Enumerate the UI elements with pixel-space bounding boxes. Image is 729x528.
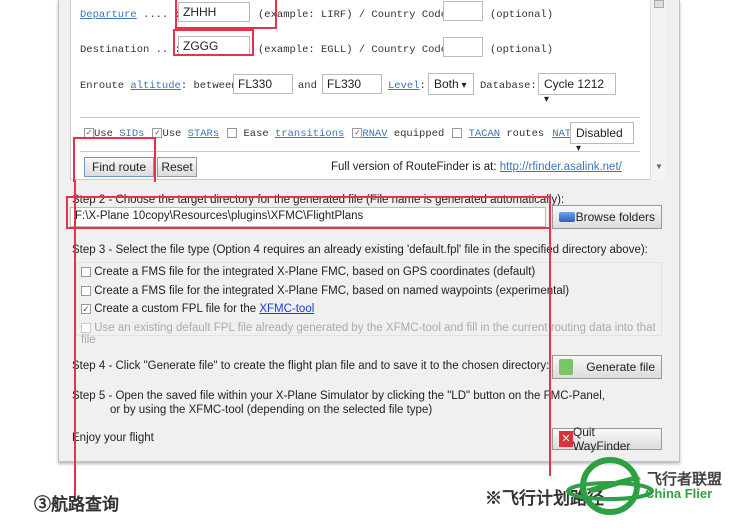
browse-folders-button[interactable]: Browse folders (552, 205, 662, 229)
departure-optional: (optional) (490, 9, 554, 21)
file-type-option-3[interactable]: ✓ Create a custom FPL file for the XFMC-… (81, 303, 314, 315)
altitude-from-input[interactable]: FL330 (233, 74, 293, 94)
destination-optional: (optional) (490, 44, 554, 56)
generate-file-button[interactable]: Generate file (552, 355, 662, 379)
database-label: Database: (480, 80, 537, 92)
level-select[interactable]: Both (428, 73, 474, 95)
route-query-annotation: ③航路查询 (34, 495, 119, 514)
destination-country-input[interactable] (443, 37, 483, 57)
option-tacan[interactable]: TACAN routes (452, 128, 544, 140)
nats-select[interactable]: Disabled (570, 122, 634, 144)
database-select[interactable]: Cycle 1212 (538, 73, 616, 95)
logo-emblem (566, 457, 654, 515)
option-stars[interactable]: ✓ Use STARs (152, 128, 219, 140)
divider (80, 117, 640, 118)
logo-en-text: China Flier (645, 486, 713, 501)
departure-link[interactable]: Departure (80, 9, 137, 21)
checkbox[interactable] (452, 128, 463, 139)
checkbox[interactable]: ✓ (352, 128, 363, 139)
step3-label: Step 3 - Select the file type (Option 4 … (72, 244, 648, 256)
reset-button[interactable]: Reset (157, 157, 197, 177)
departure-example: (example: LIRF) / Country Code: (258, 9, 454, 21)
step5-line2: or by using the XFMC-tool (depending on … (110, 404, 433, 416)
level-link[interactable]: Level (388, 80, 420, 92)
checkbox[interactable] (227, 128, 238, 139)
departure-highlight (175, 0, 277, 29)
destination-example: (example: EGLL) / Country Code: (258, 44, 454, 56)
close-icon: ✕ (559, 431, 573, 447)
divider (80, 151, 640, 152)
destination-label: Destination .. : (80, 44, 181, 56)
and-label: and (298, 80, 317, 92)
destination-highlight (173, 29, 254, 56)
file-type-option-1[interactable]: Create a FMS file for the integrated X-P… (81, 266, 535, 278)
annotation-line (549, 228, 551, 476)
altitude-to-input[interactable]: FL330 (322, 74, 382, 94)
between-label: : between (180, 80, 238, 92)
china-flier-logo: 飞行者联盟 China Flier (565, 455, 729, 517)
quit-button[interactable]: ✕ Quit WayFinder (552, 425, 662, 453)
option-rnav[interactable]: ✓ RNAV equipped (352, 128, 444, 140)
altitude-link[interactable]: altitude (130, 80, 180, 92)
file-type-group: Create a FMS file for the integrated X-P… (76, 262, 662, 346)
enroute-label: Enroute (80, 80, 131, 92)
step4-label: Step 4 - Click "Generate file" to create… (72, 360, 550, 372)
file-type-option-4: Use an existing default FPL file already… (81, 322, 656, 346)
xfmc-tool-link[interactable]: XFMC-tool (259, 303, 314, 315)
route-options: ✓ Use SIDs ✓ Use STARs Ease transitions ✓ R… (84, 128, 584, 140)
option-transitions[interactable]: Ease transitions (227, 128, 344, 140)
full-version-text: Full version of RouteFinder is at: (331, 161, 500, 173)
routefinder-link[interactable]: http://rfinder.asalink.net/ (500, 161, 622, 173)
find-route-highlight (73, 137, 156, 182)
file-type-option-2[interactable]: Create a FMS file for the integrated X-P… (81, 285, 569, 297)
web-scrollbar[interactable]: ▼ (650, 0, 666, 180)
folder-icon (559, 212, 575, 222)
download-icon (559, 359, 573, 375)
step5-line1: Step 5 - Open the saved file within your… (72, 390, 605, 402)
directory-highlight (66, 196, 551, 229)
enjoy-text: Enjoy your flight (72, 432, 154, 444)
departure-country-input[interactable] (443, 1, 483, 21)
